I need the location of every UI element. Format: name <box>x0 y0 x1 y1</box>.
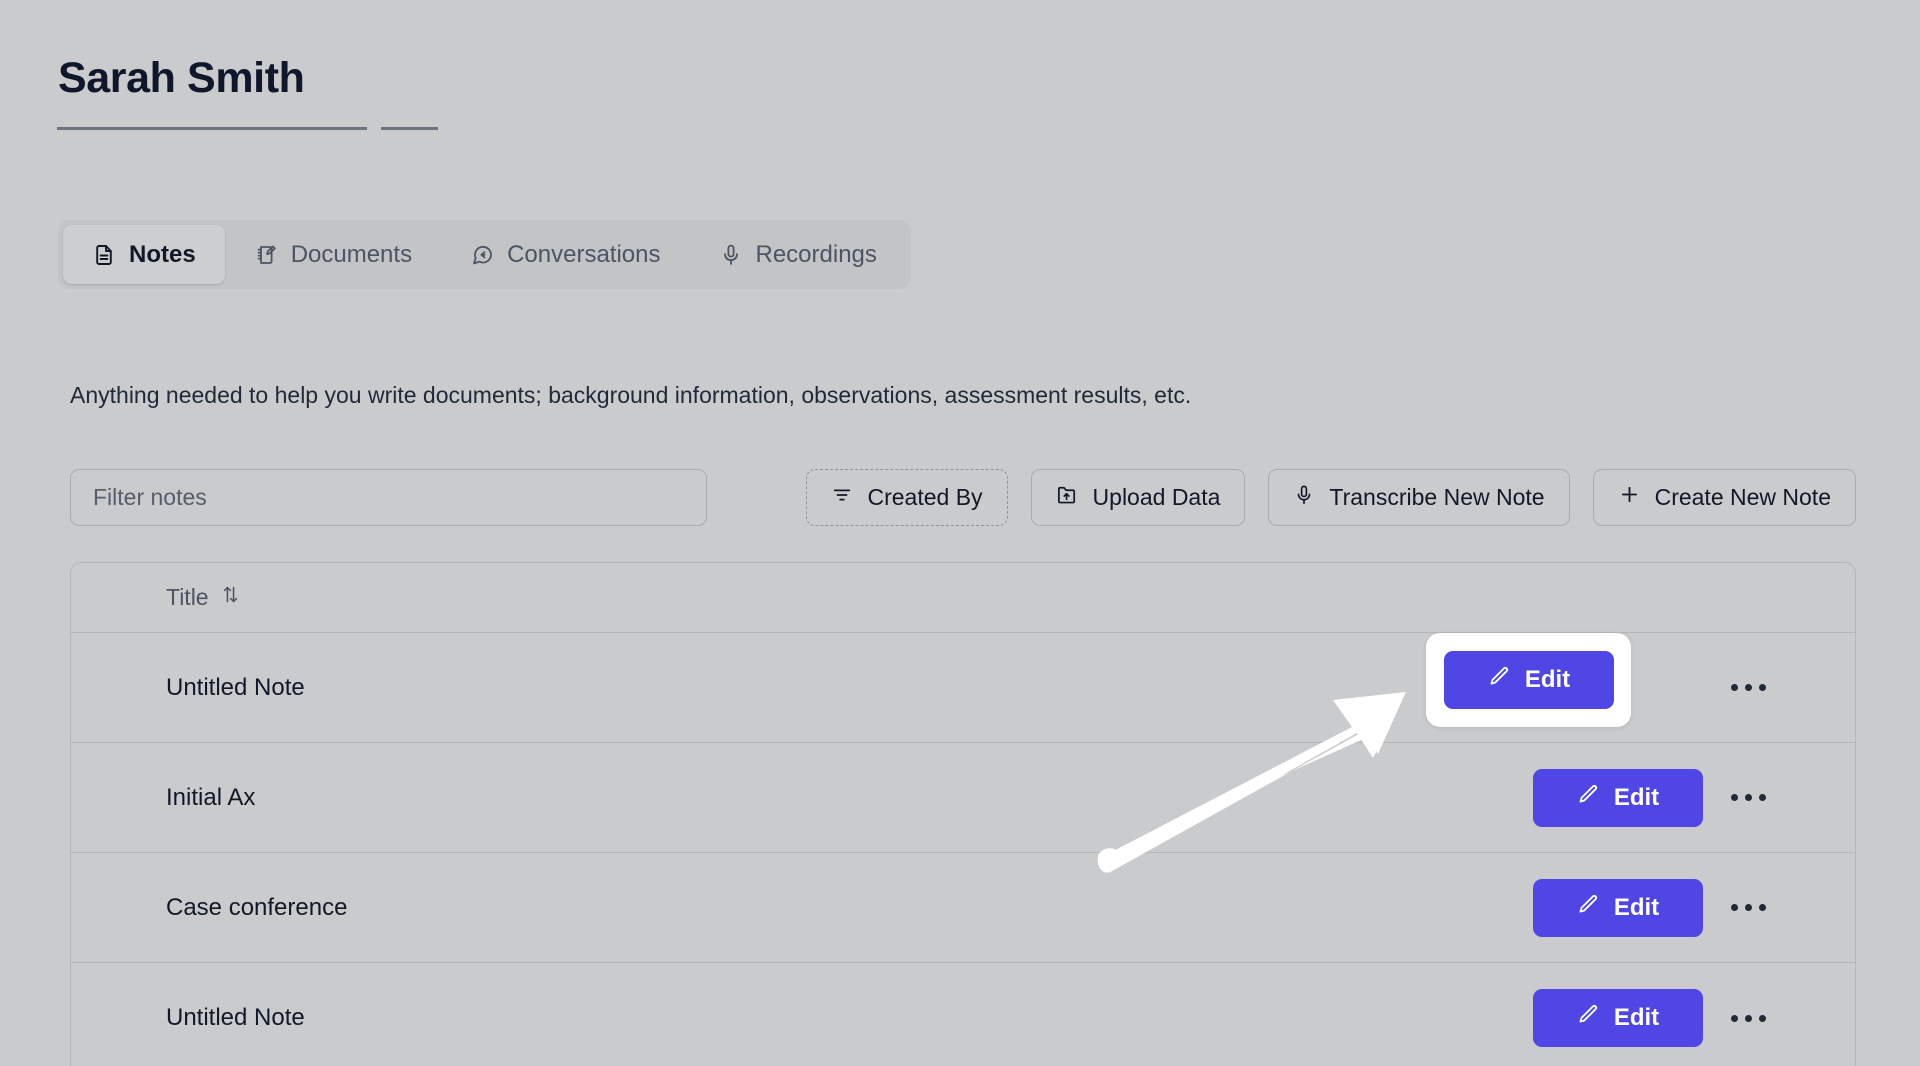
page-title: Sarah Smith <box>58 57 305 100</box>
notepad-edit-icon <box>254 243 278 267</box>
edit-button-label: Edit <box>1525 666 1570 694</box>
section-description: Anything needed to help you write docume… <box>70 382 1191 409</box>
pencil-icon <box>1577 893 1600 923</box>
edit-button-label: Edit <box>1614 784 1659 812</box>
row-menu-button[interactable] <box>1703 904 1793 911</box>
pencil-icon <box>1577 783 1600 813</box>
tab-notes[interactable]: Notes <box>63 225 225 284</box>
chat-reply-icon <box>470 243 494 267</box>
pencil-icon <box>1577 1003 1600 1033</box>
title-underline-primary <box>57 127 367 130</box>
plus-icon <box>1618 483 1641 512</box>
button-label: Transcribe New Note <box>1329 484 1544 511</box>
sort-updown-icon <box>220 584 241 611</box>
button-label: Upload Data <box>1093 484 1221 511</box>
tab-documents[interactable]: Documents <box>225 225 441 284</box>
column-header-title[interactable]: Title <box>166 584 241 611</box>
edit-button-label: Edit <box>1614 1004 1659 1032</box>
edit-button[interactable]: Edit <box>1533 989 1703 1047</box>
tab-conversations[interactable]: Conversations <box>441 225 689 284</box>
edit-button-highlighted[interactable]: Edit <box>1444 651 1614 709</box>
table-header-row: Title <box>71 563 1855 633</box>
edit-button[interactable]: Edit <box>1533 879 1703 937</box>
note-title: Case conference <box>166 894 1533 922</box>
upload-data-button[interactable]: Upload Data <box>1031 469 1246 526</box>
tab-label: Conversations <box>507 241 660 269</box>
create-new-note-button[interactable]: Create New Note <box>1593 469 1856 526</box>
table-row[interactable]: Case conference Edit <box>71 853 1855 963</box>
folder-up-icon <box>1056 483 1079 512</box>
table-row[interactable]: Initial Ax Edit <box>71 743 1855 853</box>
edit-button-highlight: Edit <box>1426 633 1631 727</box>
edit-button[interactable]: Edit <box>1533 769 1703 827</box>
tab-label: Recordings <box>756 241 877 269</box>
button-label: Create New Note <box>1655 484 1831 511</box>
note-title: Initial Ax <box>166 784 1533 812</box>
tab-label: Documents <box>291 241 412 269</box>
note-title: Untitled Note <box>166 1004 1533 1032</box>
created-by-button[interactable]: Created By <box>806 469 1007 526</box>
edit-button-label: Edit <box>1614 894 1659 922</box>
transcribe-new-note-button[interactable]: Transcribe New Note <box>1268 469 1569 526</box>
microphone-icon <box>1293 484 1315 512</box>
tab-label: Notes <box>129 241 196 269</box>
row-menu-button[interactable] <box>1703 684 1793 691</box>
row-menu-button[interactable] <box>1703 1015 1793 1022</box>
table-row[interactable]: Untitled Note Edit <box>71 963 1855 1066</box>
row-menu-button[interactable] <box>1703 794 1793 801</box>
pencil-icon <box>1488 665 1511 695</box>
tab-recordings[interactable]: Recordings <box>690 225 906 284</box>
document-icon <box>92 243 116 267</box>
filter-icon <box>831 484 853 512</box>
column-header-label: Title <box>166 584 209 611</box>
microphone-icon <box>719 243 743 267</box>
note-title: Untitled Note <box>166 674 1533 702</box>
app-page: Sarah Smith Notes Documents <box>0 0 1920 1066</box>
button-label: Created By <box>867 484 982 511</box>
action-bar: Created By Upload Data Transcribe New No… <box>70 469 1856 526</box>
filter-notes-input[interactable] <box>70 469 707 526</box>
title-underline-secondary <box>381 127 438 130</box>
tab-bar: Notes Documents Conversations <box>58 220 911 289</box>
